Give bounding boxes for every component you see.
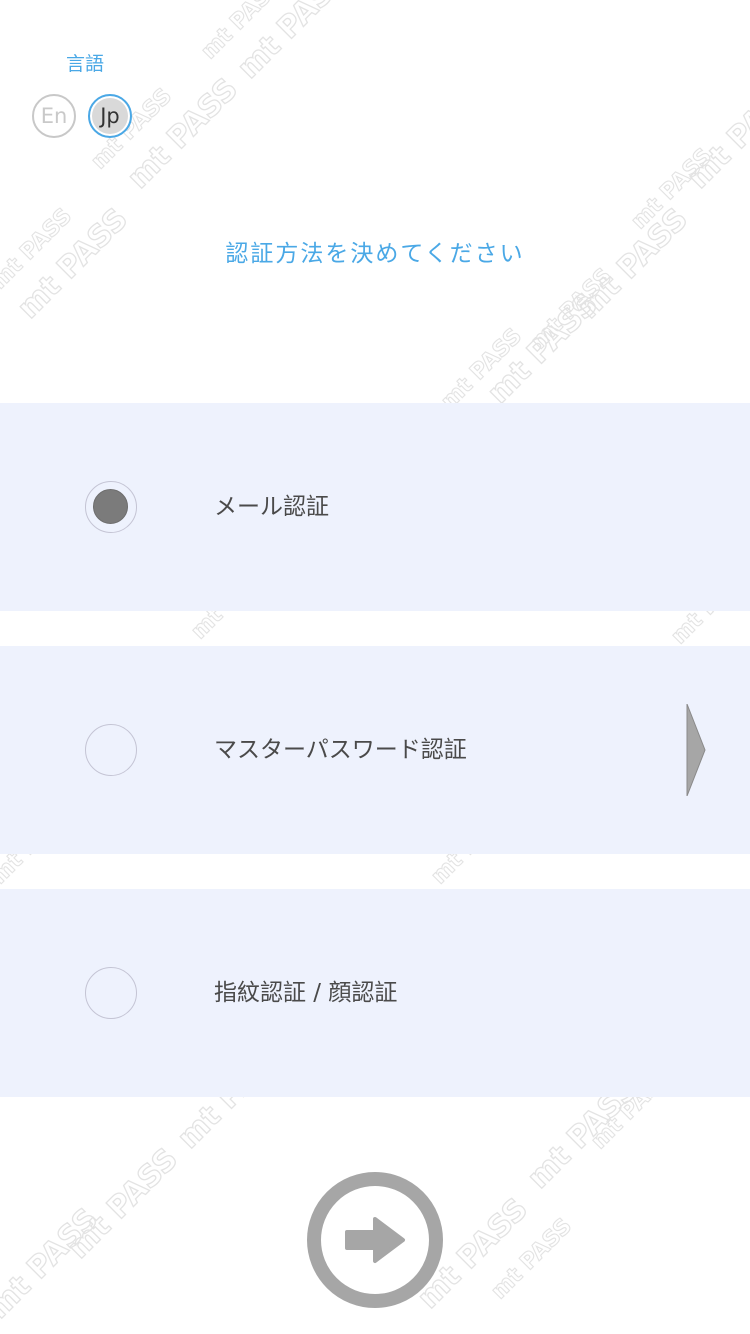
svg-text:mt PASS: mt PASS <box>61 1142 185 1266</box>
language-en-button[interactable]: En <box>32 94 76 138</box>
svg-text:mt PASS: mt PASS <box>627 144 717 234</box>
svg-text:mt PASS: mt PASS <box>437 324 527 414</box>
arrow-right-circle-icon <box>307 1172 443 1308</box>
radio-icon[interactable] <box>85 481 137 533</box>
radio-icon[interactable] <box>85 724 137 776</box>
svg-text:mt PASS: mt PASS <box>681 72 750 196</box>
auth-option-label: マスターパスワード認証 <box>214 737 467 763</box>
auth-option-master-password[interactable]: マスターパスワード認証 <box>0 646 750 854</box>
auth-option-email[interactable]: メール認証 <box>0 403 750 611</box>
svg-text:mt PASS: mt PASS <box>0 1202 105 1326</box>
svg-text:mt PASS: mt PASS <box>481 287 605 411</box>
next-button[interactable] <box>305 1170 445 1310</box>
svg-text:mt PASS: mt PASS <box>487 1214 577 1304</box>
language-jp-button[interactable]: Jp <box>88 94 132 138</box>
radio-selected-dot <box>93 489 128 524</box>
page-title: 認証方法を決めてください <box>225 241 525 267</box>
svg-text:mt PASS: mt PASS <box>197 0 287 64</box>
radio-icon[interactable] <box>85 967 137 1019</box>
auth-option-label: メール認証 <box>214 494 329 520</box>
auth-option-biometric[interactable]: 指紋認証 / 顔認証 <box>0 889 750 1097</box>
svg-text:mt PASS: mt PASS <box>121 72 245 196</box>
chevron-right-icon[interactable] <box>686 704 706 796</box>
language-label: 言語 <box>65 53 104 75</box>
svg-text:mt PASS: mt PASS <box>231 0 355 86</box>
auth-option-label: 指紋認証 / 顔認証 <box>214 980 398 1006</box>
svg-text:mt PASS: mt PASS <box>527 264 617 354</box>
